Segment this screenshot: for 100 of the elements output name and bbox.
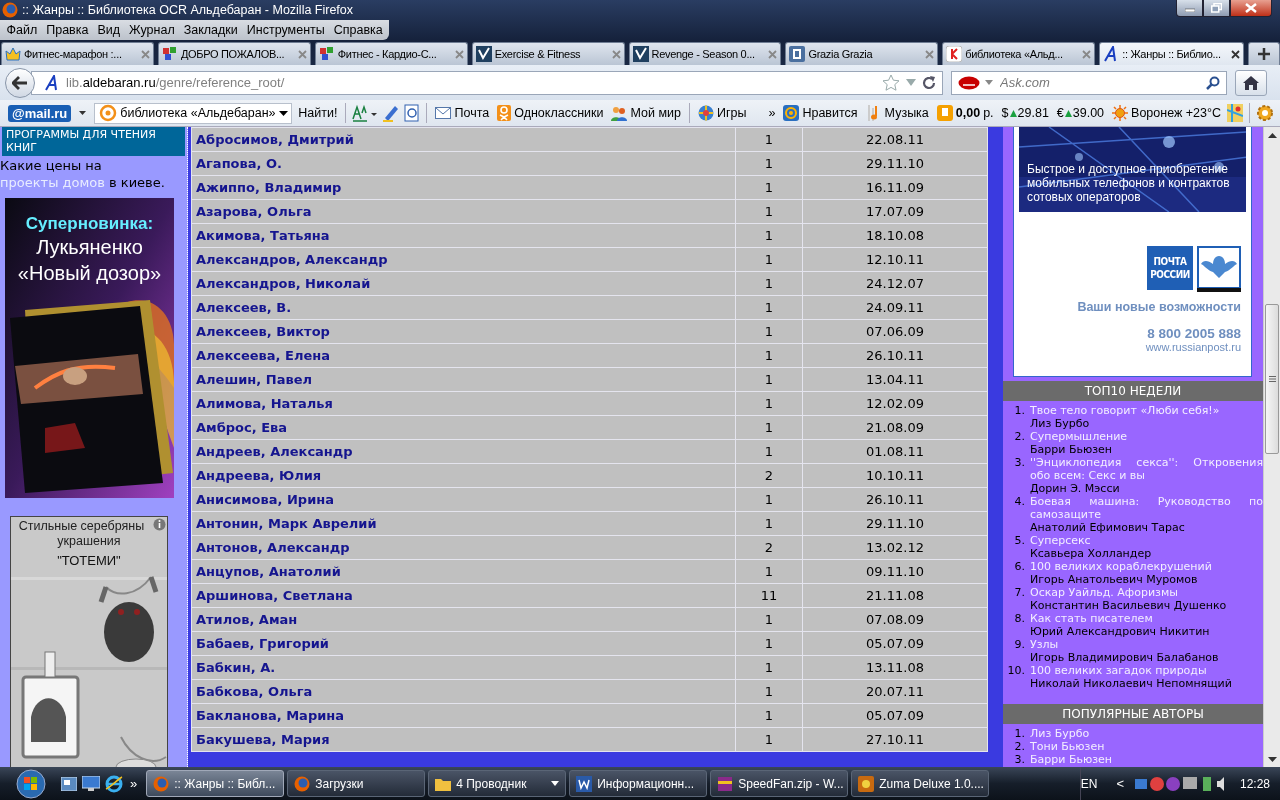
author-link[interactable]: Бабкова, Ольга [196, 684, 313, 699]
dropdown-arrow-icon[interactable] [278, 110, 288, 116]
new-tab-button[interactable] [1248, 42, 1280, 65]
search-box[interactable]: Ask.com [951, 70, 1227, 95]
language-indicator[interactable]: EN [1080, 776, 1098, 791]
menu-item[interactable]: Файл [2, 23, 42, 37]
author-link[interactable]: Антонов, Александр [196, 540, 350, 555]
close-button[interactable] [1230, 0, 1272, 17]
author-link[interactable]: Алексеева, Елена [196, 348, 330, 363]
section-heading: ПРОГРАММЫ ДЛЯ ЧТЕНИЯ КНИГ [2, 127, 185, 156]
author-link[interactable]: Анцупов, Анатолий [196, 564, 341, 579]
author-link[interactable]: Абросимов, Дмитрий [196, 132, 354, 147]
author-link[interactable]: Бакланова, Марина [196, 708, 345, 723]
crown-icon [5, 46, 21, 62]
book-count: 1 [735, 511, 803, 536]
browser-tab[interactable]: Фитнес-марафон :... [1, 42, 154, 65]
find-button[interactable]: Найти! [296, 106, 340, 120]
taskbar-button[interactable]: :: Жанры :: Библ... [146, 770, 285, 797]
date-cell: 13.04.11 [802, 367, 988, 392]
query-field[interactable]: библиотека «Альдебаран» [94, 102, 293, 124]
toolbar-link[interactable]: Нравится [781, 105, 860, 121]
ad-banner[interactable]: Быстрое и доступное приобретение мобильных телефонов и контрактов сотовых операторов ПОЧТА РОССИИ Ваши новые возможности 8 800 2005 888 www.russianpost.ru [1013, 127, 1252, 377]
author-link[interactable]: Антонин, Марк Аврелий [196, 516, 377, 531]
close-icon[interactable] [1231, 49, 1240, 59]
home-button[interactable] [1235, 69, 1267, 96]
highlighter-icon[interactable] [382, 104, 401, 122]
toolbar-link[interactable]: Одноклассники [495, 105, 606, 121]
browser-tab[interactable]: Фитнес - Кардио-С... [314, 42, 468, 65]
date-cell: 18.10.08 [802, 223, 988, 248]
author-link[interactable]: Азарова, Ольга [196, 204, 312, 219]
author-link[interactable]: Андреева, Юлия [196, 468, 322, 483]
browser-tab[interactable]: Exercise & Fitness [471, 42, 625, 65]
toolbar-link[interactable]: Воронеж +23°C [1110, 105, 1224, 121]
author-link[interactable]: Бабкин, А. [196, 660, 276, 675]
author-link[interactable]: Аршинова, Светлана [196, 588, 353, 603]
minimize-button[interactable] [1176, 0, 1203, 17]
taskbar-button[interactable]: Zuma Deluxe 1.0.... [851, 770, 990, 797]
more-button[interactable]: » [766, 106, 778, 120]
author-link[interactable]: Бабаев, Григорий [196, 636, 329, 651]
browser-tab[interactable]: библиотека «Альд... [942, 42, 1096, 65]
info-icon[interactable] [153, 518, 166, 531]
taskbar-button[interactable]: Загрузки [287, 770, 426, 797]
monitor-icon[interactable] [82, 776, 100, 791]
toolbar-link[interactable]: Мой мир [609, 105, 683, 121]
book-count: 1 [735, 199, 803, 224]
back-button[interactable] [5, 67, 35, 98]
scroll-down-icon[interactable] [1267, 757, 1277, 762]
author-link[interactable]: Атилов, Аман [196, 612, 298, 627]
currency-rate[interactable]: € 39.00 [1054, 106, 1107, 120]
taskbar-button[interactable]: SpeedFan.zip - W... [710, 770, 849, 797]
author-link[interactable]: Алексеев, Виктор [196, 324, 330, 339]
font-size-icon[interactable] [352, 104, 379, 122]
menu-item[interactable]: Инструменты [242, 23, 330, 37]
book-count: 1 [735, 679, 803, 704]
author-link[interactable]: Александров, Николай [196, 276, 371, 291]
show-hidden-icons-button[interactable]: < [1110, 775, 1130, 792]
more-button[interactable]: » [130, 776, 138, 791]
show-desktop-icon[interactable] [61, 776, 77, 791]
browser-tab[interactable]: Revenge - Season 0... [628, 42, 782, 65]
list-number: 3. [1013, 753, 1026, 766]
gear-icon[interactable] [1256, 104, 1275, 122]
author-link[interactable]: Алешин, Павел [196, 372, 312, 387]
author-link[interactable]: Акимова, Татьяна [196, 228, 330, 243]
menu-item[interactable]: Вид [92, 23, 125, 37]
taskbar-button[interactable]: Информационн... [569, 770, 708, 797]
menu-item[interactable]: Справка [329, 23, 388, 37]
menu-item[interactable]: Правка [41, 23, 93, 37]
author-link[interactable]: Алимова, Наталья [196, 396, 333, 411]
browser-tab[interactable]: ДОБРО ПОЖАЛОВ... [157, 42, 311, 65]
balance-button[interactable]: 0,00 р. [934, 105, 996, 121]
star-icon[interactable] [882, 74, 900, 91]
taskbar-button[interactable]: 4 Проводник [428, 770, 567, 797]
promo-text: Какие цены на проекты домов в киеве. [0, 157, 166, 191]
address-field[interactable]: lib.aldebaran.ru/genre/reference_root/ [31, 70, 943, 95]
scrollbar[interactable] [1263, 127, 1280, 767]
search-icon[interactable] [1206, 75, 1220, 90]
firefox-icon [2, 2, 18, 18]
date-cell: 12.02.09 [802, 391, 988, 416]
scroll-up-icon[interactable] [1267, 133, 1277, 138]
author-link[interactable]: Ажиппо, Владимир [196, 180, 342, 195]
currency-rate[interactable]: $ 29.81 [999, 106, 1051, 120]
toolbar-link[interactable]: Музыка [863, 105, 931, 121]
author-link[interactable]: Анисимова, Ирина [196, 492, 335, 507]
author-link[interactable]: Амброс, Ева [196, 420, 288, 435]
restore-button[interactable] [1203, 0, 1230, 17]
dropdown-arrow-icon[interactable] [79, 111, 87, 115]
zoom-page-icon[interactable] [404, 104, 421, 122]
author-link[interactable]: Бакушева, Мария [196, 732, 330, 747]
author-link[interactable]: Алексеев, В. [196, 300, 292, 315]
author-link[interactable]: Агапова, О. [196, 156, 282, 171]
mail-logo-button[interactable]: @mail.ru [8, 104, 72, 122]
menu-item[interactable]: Журнал [124, 23, 180, 37]
browser-tab[interactable]: :: Жанры :: Библио... [1099, 42, 1244, 65]
toolbar-link[interactable]: Почта [433, 106, 492, 120]
browser-tab[interactable]: Grazia Grazia [785, 42, 939, 65]
toolbar-link[interactable]: Игры [696, 105, 749, 121]
map-icon[interactable] [1227, 104, 1244, 122]
author-link[interactable]: Андреев, Александр [196, 444, 353, 459]
menu-item[interactable]: Закладки [179, 23, 243, 37]
reload-icon[interactable] [922, 75, 936, 90]
